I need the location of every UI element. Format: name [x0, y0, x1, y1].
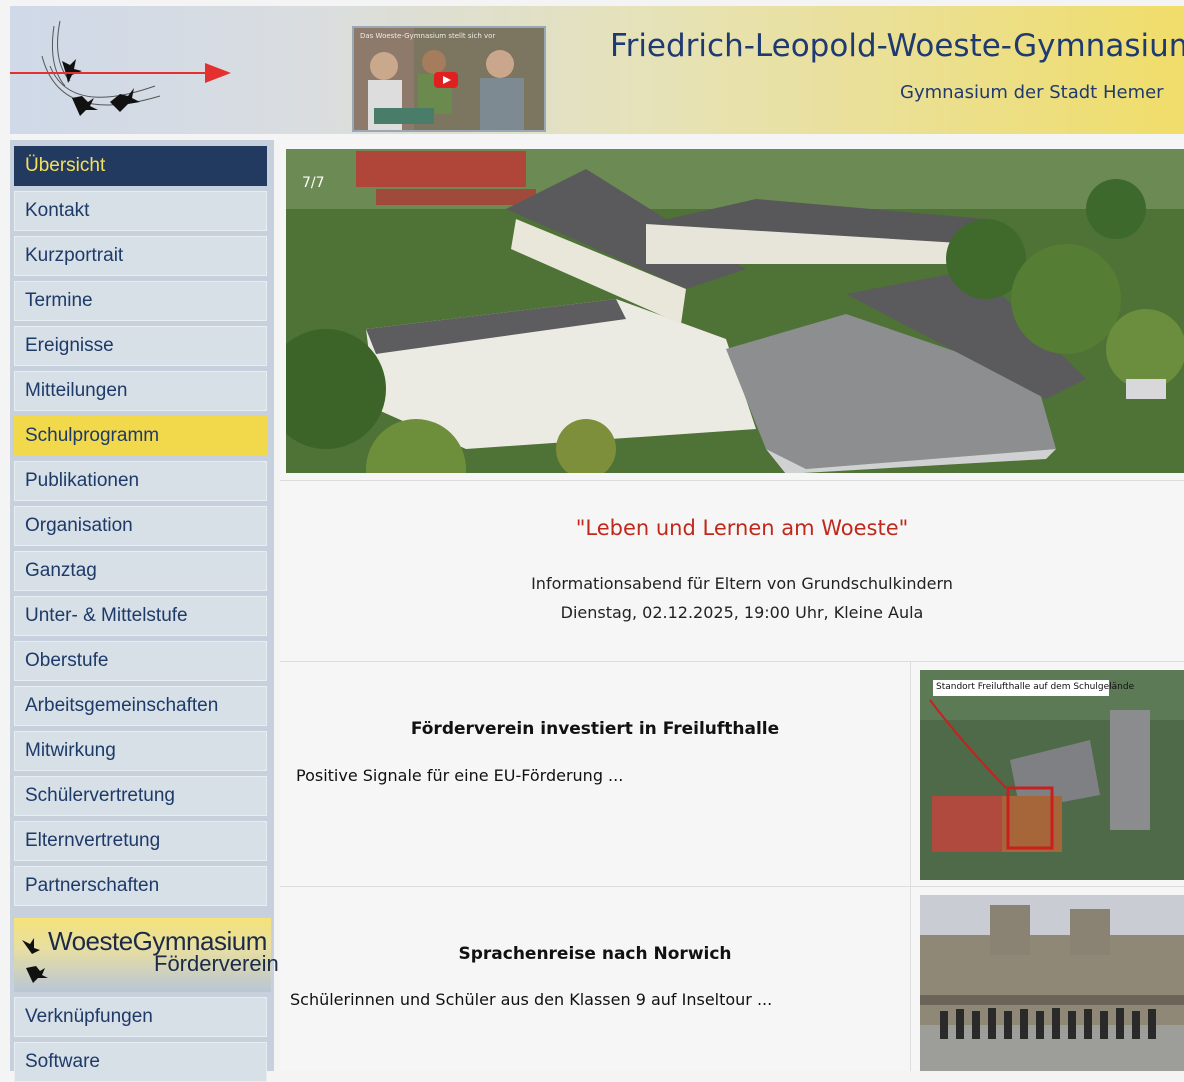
column-separator: [910, 662, 911, 886]
nav-item-mitwirkung[interactable]: Mitwirkung: [14, 731, 267, 771]
nav-item-schuelervertretung[interactable]: Schülervertretung: [14, 776, 267, 816]
news-item[interactable]: Sprachenreise nach Norwich Schülerinnen …: [280, 887, 1184, 1071]
news-teaser: Schülerinnen und Schüler aus den Klassen…: [290, 990, 773, 1009]
video-title: Das Woeste-Gymnasium stellt sich vor: [360, 32, 496, 40]
school-motto: "Leben und Lernen am Woeste": [575, 516, 909, 540]
news-teaser: Positive Signale für eine EU-Förderung .…: [296, 766, 624, 785]
school-logo[interactable]: [10, 6, 230, 134]
arrow-line: [10, 72, 210, 74]
nav-item-arbeitsgemeinschaften[interactable]: Arbeitsgemeinschaften: [14, 686, 267, 726]
hero-slideshow[interactable]: 7/7: [286, 149, 1184, 473]
youtube-play-icon[interactable]: [434, 72, 458, 88]
nav-item-partnerschaften[interactable]: Partnerschaften: [14, 866, 267, 906]
main-content: 7/7 "Leben und Lernen am Woeste" Informa…: [280, 140, 1184, 1071]
nav-item-mitteilungen[interactable]: Mitteilungen: [14, 371, 267, 411]
nav-item-kontakt[interactable]: Kontakt: [14, 191, 267, 231]
nav-item-ganztag[interactable]: Ganztag: [14, 551, 267, 591]
news-item[interactable]: Förderverein investiert in Freilufthalle…: [280, 662, 1184, 886]
foerderverein-logo-line2: Förderverein: [154, 951, 279, 976]
nav-item-ereignisse[interactable]: Ereignisse: [14, 326, 267, 366]
nav-item-oberstufe[interactable]: Oberstufe: [14, 641, 267, 681]
news-thumbnail[interactable]: [920, 895, 1184, 1071]
divider: [280, 480, 1184, 481]
sidebar-nav: Übersicht Kontakt Kurzportrait Termine E…: [10, 140, 279, 1082]
slide-counter: 7/7: [302, 175, 325, 191]
news-title[interactable]: Förderverein investiert in Freilufthalle: [280, 719, 910, 739]
nav-item-organisation[interactable]: Organisation: [14, 506, 267, 546]
nav-item-unter-mittelstufe[interactable]: Unter- & Mittelstufe: [14, 596, 267, 636]
nav-item-schulprogramm[interactable]: Schulprogramm: [14, 416, 267, 456]
arrow-head-icon: [205, 63, 231, 83]
nav-item-termine[interactable]: Termine: [14, 281, 267, 321]
nav-item-uebersicht[interactable]: Übersicht: [14, 146, 267, 186]
nav-item-elternvertretung[interactable]: Elternvertretung: [14, 821, 267, 861]
nav-item-kurzportrait[interactable]: Kurzportrait: [14, 236, 267, 276]
news-title[interactable]: Sprachenreise nach Norwich: [280, 944, 910, 964]
news-thumbnail[interactable]: Standort Freilufthalle auf dem Schulgelä…: [920, 670, 1184, 880]
info-evening-line1: Informationsabend für Eltern von Grundsc…: [531, 574, 953, 593]
nav-item-publikationen[interactable]: Publikationen: [14, 461, 267, 501]
news-image-caption: Standort Freilufthalle auf dem Schulgelä…: [936, 682, 1135, 692]
school-subtitle: Gymnasium der Stadt Hemer: [900, 82, 1164, 103]
video-thumbnail[interactable]: Das Woeste-Gymnasium stellt sich vor: [352, 26, 546, 132]
nav-item-verknuepfungen[interactable]: Verknüpfungen: [14, 997, 267, 1037]
nav-item-software[interactable]: Software: [14, 1042, 267, 1082]
foerderverein-logo-banner[interactable]: WoesteGymnasium Förderverein: [14, 918, 279, 992]
info-evening-line2: Dienstag, 02.12.2025, 19:00 Uhr, Kleine …: [560, 603, 924, 622]
site-header: Das Woeste-Gymnasium stellt sich vor Fri…: [10, 6, 1184, 134]
column-separator: [910, 887, 911, 1071]
school-name: Friedrich-Leopold-Woeste-Gymnasium: [610, 28, 1184, 64]
